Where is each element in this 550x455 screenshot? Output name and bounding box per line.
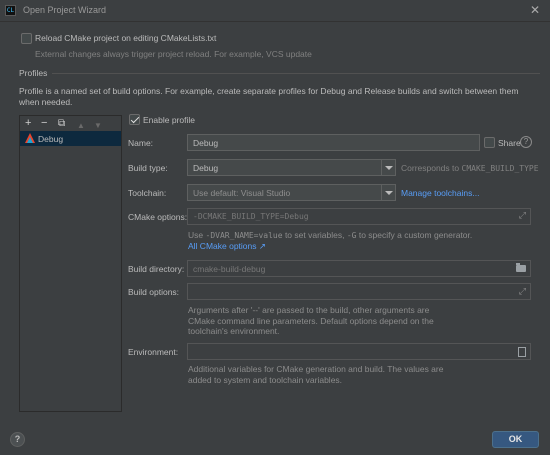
hint-code: -DVAR_NAME=value — [205, 231, 283, 240]
hint-line: CMake command line parameters. Default o… — [188, 315, 434, 326]
name-input[interactable]: Debug — [187, 134, 480, 151]
hint-text: to specify a custom generator. — [358, 230, 473, 240]
profile-list-item[interactable]: Debug — [20, 131, 121, 146]
clion-app-icon: CL — [5, 5, 16, 16]
toolchain-value: Use default: Visual Studio — [193, 188, 291, 198]
ok-button[interactable]: OK — [492, 431, 539, 448]
cmake-options-value: -DCMAKE_BUILD_TYPE=Debug — [193, 212, 309, 221]
cmake-icon-inner — [27, 137, 33, 143]
enable-profile-label: Enable profile — [143, 115, 195, 125]
profiles-list-panel: + − ⧉ ▲ ▼ Debug — [19, 115, 122, 412]
share-checkbox[interactable] — [484, 137, 495, 148]
hint-line: Additional variables for CMake generatio… — [188, 364, 444, 374]
name-label: Name: — [128, 138, 154, 148]
close-icon[interactable]: ✕ — [530, 3, 540, 17]
environment-label: Environment: — [128, 347, 179, 357]
title-bar: CL Open Project Wizard ✕ — [0, 0, 550, 22]
build-options-hint: Arguments after '--' are passed to the b… — [188, 305, 434, 337]
reload-cmake-label: Reload CMake project on editing CMakeLis… — [35, 33, 217, 43]
move-down-button[interactable]: ▼ — [94, 120, 102, 131]
hint-line: added to system and toolchain variables. — [188, 374, 343, 385]
section-divider — [52, 73, 540, 74]
add-profile-button[interactable]: + — [25, 118, 31, 129]
folder-icon[interactable] — [516, 263, 526, 272]
enable-profile-checkbox[interactable] — [129, 114, 140, 125]
profiles-description: Profile is a named set of build options.… — [19, 86, 519, 107]
share-label: Share — [498, 138, 521, 148]
expand-icon[interactable]: ⤢ — [519, 211, 526, 221]
build-options-input[interactable]: ⤢ — [187, 283, 531, 300]
build-type-select[interactable]: Debug — [187, 159, 396, 176]
remove-profile-button[interactable]: − — [41, 118, 47, 129]
expand-icon[interactable]: ⤢ — [519, 286, 526, 296]
chevron-down-icon — [381, 160, 395, 175]
manage-toolchains-link[interactable]: Manage toolchains... — [401, 188, 479, 198]
hint-line: toolchain's environment. — [188, 326, 280, 336]
build-options-label: Build options: — [128, 287, 180, 297]
build-directory-label: Build directory: — [128, 264, 185, 274]
build-type-label: Build type: — [128, 163, 168, 173]
cmake-options-input[interactable]: -DCMAKE_BUILD_TYPE=Debug ⤢ — [187, 208, 531, 225]
cmake-options-hint: Use -DVAR_NAME=value to set variables, -… — [188, 230, 472, 242]
name-input-value: Debug — [193, 138, 219, 148]
hint-line: Arguments after '--' are passed to the b… — [188, 305, 430, 315]
reload-cmake-checkbox[interactable] — [21, 33, 32, 44]
build-type-note-code: CMAKE_BUILD_TYPE — [461, 164, 539, 173]
move-up-button[interactable]: ▲ — [77, 120, 85, 131]
window-title: Open Project Wizard — [23, 5, 107, 15]
hint-text: to set variables, — [284, 230, 345, 240]
all-cmake-options-link[interactable]: All CMake options ↗ — [188, 241, 266, 252]
cmake-options-label: CMake options: — [128, 212, 188, 222]
build-type-note: Corresponds to CMAKE_BUILD_TYPE — [401, 163, 539, 173]
build-type-note-text: Corresponds to — [401, 163, 460, 173]
build-directory-value: cmake-build-debug — [193, 264, 266, 274]
toolchain-label: Toolchain: — [128, 188, 167, 198]
edit-environment-icon[interactable] — [518, 347, 526, 357]
hint-text: Use — [188, 230, 204, 240]
reload-cmake-hint: External changes always trigger project … — [35, 49, 312, 59]
toolchain-select[interactable]: Use default: Visual Studio — [187, 184, 396, 201]
chevron-down-icon — [381, 185, 395, 200]
environment-hint: Additional variables for CMake generatio… — [188, 364, 443, 385]
share-help-icon[interactable]: ? — [520, 136, 532, 148]
build-directory-input[interactable]: cmake-build-debug — [187, 260, 531, 277]
hint-code: -G — [346, 231, 357, 240]
copy-profile-button[interactable]: ⧉ — [58, 118, 65, 129]
profile-list-item-label: Debug — [38, 134, 64, 144]
profiles-section-title: Profiles — [19, 68, 48, 78]
help-button[interactable]: ? — [10, 432, 25, 447]
build-type-value: Debug — [193, 163, 219, 173]
environment-input[interactable] — [187, 343, 531, 360]
